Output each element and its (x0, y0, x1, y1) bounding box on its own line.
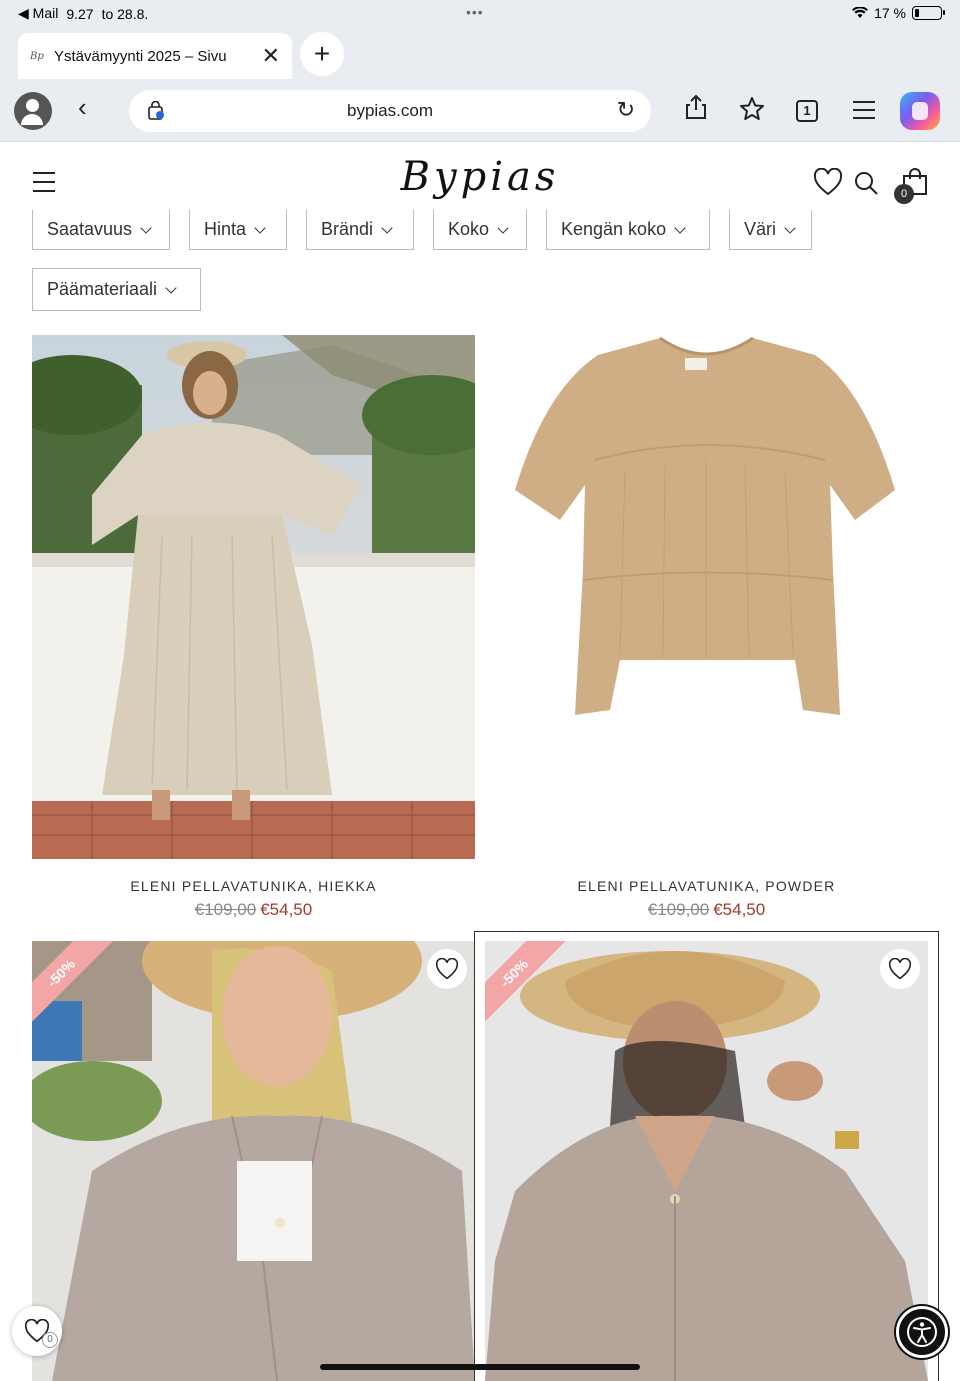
battery-percent: 17 % (874, 5, 906, 21)
product-price: €109,00 €54,50 (485, 900, 928, 920)
chevron-down-icon (140, 221, 152, 234)
filter-label: Kengän koko (561, 219, 667, 239)
filter-size[interactable]: Koko (433, 210, 527, 250)
chevron-down-icon (497, 221, 509, 234)
filter-label: Saatavuus (47, 219, 133, 239)
tab-switcher-button[interactable]: 1 (796, 100, 818, 122)
copilot-icon[interactable] (900, 92, 940, 130)
filter-label: Koko (448, 219, 490, 239)
status-time: 9.27 (66, 5, 94, 22)
status-bar: ◀ Mail 9.27 to 28.8. ••• 17 % (0, 0, 960, 28)
back-to-app-link[interactable]: ◀ Mail (18, 5, 58, 22)
browser-tab[interactable]: Bp Ystävämyynti 2025 – Sivu ✕ (18, 33, 292, 79)
discount-badge-text: -50% (32, 941, 117, 1029)
new-tab-button[interactable]: + (300, 32, 344, 76)
reload-icon[interactable]: ↻ (617, 99, 635, 121)
linen-dress-photo (32, 335, 475, 859)
wishlist-heart-icon[interactable] (813, 168, 843, 196)
discount-badge-text: -50% (485, 941, 570, 1029)
url-text: bypias.com (347, 101, 433, 120)
chevron-down-icon (254, 221, 266, 234)
product-image[interactable] (32, 335, 475, 859)
chevron-down-icon (784, 221, 796, 234)
add-to-wishlist-button[interactable] (880, 949, 920, 989)
battery-icon (912, 6, 945, 20)
status-right: 17 % (852, 5, 945, 21)
add-to-wishlist-button[interactable] (427, 949, 467, 989)
original-price: €109,00 (194, 900, 257, 919)
product-price: €109,00 €54,50 (32, 900, 475, 920)
product-title[interactable]: ELENI PELLAVATUNIKA, HIEKKA (32, 878, 475, 894)
filter-label: Brändi (321, 219, 374, 239)
filter-label: Väri (744, 219, 777, 239)
address-bar[interactable]: bypias.com ↻ (129, 90, 651, 132)
home-indicator[interactable] (320, 1364, 640, 1370)
discount-badge: -50% (485, 941, 575, 1031)
product-title[interactable]: ELENI PELLAVATUNIKA, POWDER (485, 878, 928, 894)
tab-favicon-icon: Bp (30, 50, 44, 62)
status-date: to 28.8. (101, 5, 149, 22)
chevron-down-icon (674, 221, 686, 234)
floating-wishlist-button[interactable]: 0 (12, 1306, 62, 1356)
filter-label: Päämateriaali (47, 279, 158, 299)
bookmark-star-icon[interactable] (739, 96, 765, 122)
tab-strip: Bp Ystävämyynti 2025 – Sivu ✕ + (0, 28, 960, 80)
wifi-icon (852, 7, 869, 18)
filter-material[interactable]: Päämateriaali (32, 268, 201, 311)
menu-hamburger-icon[interactable] (852, 100, 876, 120)
sale-price: €54,50 (260, 900, 313, 919)
accessibility-icon (907, 1317, 937, 1347)
product-image[interactable]: -50% (485, 941, 928, 1381)
search-icon[interactable] (853, 170, 879, 196)
sale-price: €54,50 (713, 900, 766, 919)
multitasking-dots-icon[interactable]: ••• (466, 4, 484, 20)
tab-title: Ystävämyynti 2025 – Sivu (54, 47, 227, 65)
filter-label: Hinta (204, 219, 247, 239)
filter-availability[interactable]: Saatavuus (32, 210, 170, 250)
heart-icon (435, 958, 459, 980)
filter-price[interactable]: Hinta (189, 210, 287, 250)
filter-brand[interactable]: Brändi (306, 210, 414, 250)
linen-tunic-photo (485, 310, 928, 860)
share-icon[interactable] (684, 94, 708, 120)
battery-fill (915, 9, 919, 17)
accessibility-button[interactable] (896, 1306, 948, 1358)
original-price: €109,00 (647, 900, 710, 919)
cart-count-badge: 0 (894, 184, 914, 204)
chevron-down-icon (165, 281, 177, 294)
discount-badge: -50% (32, 941, 122, 1031)
profile-avatar-icon[interactable] (14, 92, 52, 130)
filter-color[interactable]: Väri (729, 210, 812, 250)
product-image[interactable] (485, 310, 928, 860)
heart-icon (888, 958, 912, 980)
chevron-down-icon (381, 221, 393, 234)
status-left: ◀ Mail 9.27 to 28.8. (18, 5, 148, 22)
close-tab-icon[interactable]: ✕ (262, 45, 280, 67)
wishlist-count: 0 (42, 1332, 58, 1348)
back-arrow-icon[interactable]: ‹ (78, 94, 87, 120)
filter-shoe-size[interactable]: Kengän koko (546, 210, 710, 250)
product-image[interactable]: -50% (32, 941, 475, 1381)
